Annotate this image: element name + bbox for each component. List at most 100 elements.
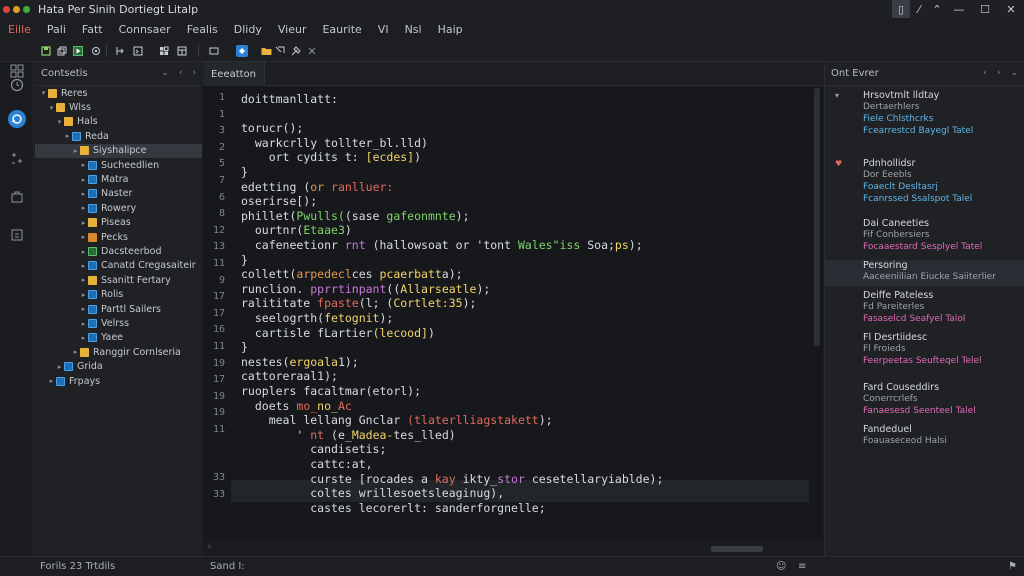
- tree-item[interactable]: ▸ Reda: [35, 129, 202, 143]
- code-line[interactable]: coltes wrillesoetsleaginug),: [241, 486, 504, 500]
- code-line[interactable]: meal lellang Gnclar (tlaterlliagstakett)…: [241, 413, 553, 427]
- code-line[interactable]: runclion. pprrtinpant((Allarseatle);: [241, 282, 490, 296]
- notifications-icon[interactable]: ≡: [798, 561, 806, 572]
- clock-icon[interactable]: [8, 76, 26, 94]
- debug-icon[interactable]: [90, 44, 102, 57]
- code-line[interactable]: edetting (or ranlluer:: [241, 180, 393, 194]
- copy-icon[interactable]: [56, 44, 68, 57]
- chevron-right-icon[interactable]: ▸: [79, 291, 88, 299]
- tree-item[interactable]: ▸ Siyshalipce: [35, 143, 202, 158]
- menu-dlidy[interactable]: Dlidy: [234, 23, 262, 36]
- code-line[interactable]: torucr();: [241, 121, 303, 135]
- tree-item[interactable]: ▸ Matra: [35, 172, 202, 186]
- extensions-icon[interactable]: [8, 150, 26, 168]
- chevron-right-icon[interactable]: ▸: [79, 219, 88, 227]
- chevron-down-icon[interactable]: ▾: [835, 91, 839, 100]
- flag-icon[interactable]: ⚑: [1008, 561, 1017, 572]
- code-line[interactable]: nestes(ergoala1);: [241, 355, 359, 369]
- code-line[interactable]: seelogrth(fetognit);: [241, 311, 394, 325]
- split-icon[interactable]: [114, 44, 126, 57]
- pen-icon[interactable]: ⁄: [910, 0, 928, 18]
- tree-item[interactable]: ▸ Parttl Sailers: [35, 302, 202, 316]
- status-left[interactable]: Forils 23 Trtdils: [40, 561, 115, 572]
- maximize-icon[interactable]: ☐: [972, 0, 998, 18]
- chevron-right-icon[interactable]: ▸: [79, 176, 88, 184]
- close-icon[interactable]: ✕: [998, 0, 1024, 18]
- tree-item[interactable]: ▸ Piseas: [35, 216, 202, 230]
- outline-item[interactable]: Persoring Aaceeniilian Eiucke Saiiterlier: [825, 260, 1024, 286]
- tree-item[interactable]: ▸ Ssanitt Fertary: [35, 273, 202, 287]
- chevron-right-icon[interactable]: ▸: [79, 305, 88, 313]
- tree-item[interactable]: ▸ Canatd Cregasaiteir: [35, 259, 202, 273]
- code-line[interactable]: castes lecorerlt: sanderforgnelle;: [241, 501, 545, 515]
- code-line[interactable]: curste [rocades a kay ikty_stor cesetell…: [241, 472, 663, 486]
- chevron-right-icon[interactable]: ▸: [71, 147, 80, 155]
- smiley-icon[interactable]: ☺: [776, 561, 786, 572]
- chevron-down-icon[interactable]: ▾: [55, 118, 64, 126]
- chevron-right-icon[interactable]: ▸: [79, 161, 88, 169]
- terminal-icon[interactable]: [132, 44, 144, 57]
- chevron-right-icon[interactable]: ▸: [47, 377, 56, 385]
- menu-eaurite[interactable]: Eaurite: [322, 23, 361, 36]
- tree-item[interactable]: ▸ Ranggir Cornlseria: [35, 345, 202, 359]
- code-line[interactable]: phillet(Pwulls((sase gafeonmnte);: [241, 209, 470, 223]
- tree-item[interactable]: ▸ Pecks: [35, 230, 202, 244]
- run-icon[interactable]: [72, 44, 84, 57]
- layout-icon[interactable]: [176, 44, 188, 57]
- chevron-up-icon[interactable]: ⌃: [928, 0, 946, 18]
- chevron-left-icon[interactable]: ‹: [179, 68, 183, 78]
- code-line[interactable]: ralititate fpaste(l; (Cortlet:35);: [241, 296, 476, 310]
- maximize-dot[interactable]: [23, 5, 30, 13]
- menu-view[interactable]: Vieur: [278, 23, 307, 36]
- code-line[interactable]: cattc:at,: [241, 457, 372, 471]
- code-line[interactable]: ort cydits t: [ecdes]): [241, 150, 421, 164]
- collapse-icon[interactable]: ⌄: [1010, 68, 1018, 78]
- chevron-down-icon[interactable]: ▾: [39, 89, 48, 97]
- chevron-left-icon[interactable]: ‹: [983, 68, 987, 78]
- menu-nsl[interactable]: Nsl: [405, 23, 422, 36]
- chevron-down-icon[interactable]: ▾: [47, 104, 56, 112]
- code-line[interactable]: doittmanllatt:: [241, 92, 338, 106]
- tab-icon[interactable]: [236, 44, 248, 57]
- source-icon[interactable]: [8, 226, 26, 244]
- menu-edit[interactable]: Pali: [47, 23, 66, 36]
- window-icon[interactable]: [208, 44, 220, 57]
- code-line[interactable]: ruoplers facaltmar(etorl);: [241, 384, 421, 398]
- tree-item[interactable]: ▸ Yaee: [35, 331, 202, 345]
- menu-vi[interactable]: VI: [378, 23, 389, 36]
- account-icon[interactable]: [8, 110, 26, 128]
- debug-icon[interactable]: [8, 188, 26, 206]
- editor-tab[interactable]: Eeeatton: [203, 62, 265, 86]
- scroll-left-icon[interactable]: ◦: [207, 543, 212, 553]
- chevron-right-icon[interactable]: ▸: [55, 363, 64, 371]
- code-line[interactable]: cafeneetionr rnt (hallowsoat or 'tont Wa…: [241, 238, 643, 252]
- tree-item[interactable]: ▾ Hals: [35, 115, 202, 129]
- tree-item[interactable]: ▾ Reres: [35, 86, 202, 100]
- vertical-scrollbar[interactable]: [813, 88, 821, 528]
- code-line[interactable]: }: [241, 340, 248, 354]
- code-line[interactable]: warkcrlly tollter_bl.lld): [241, 136, 428, 150]
- chevron-right-icon[interactable]: ▸: [79, 276, 88, 284]
- menu-file[interactable]: Eille: [8, 23, 31, 36]
- tools-icon[interactable]: [290, 44, 302, 57]
- chevron-right-icon[interactable]: ›: [192, 68, 196, 78]
- layout-toggle-icon[interactable]: ▯: [892, 0, 910, 18]
- extensions-icon[interactable]: [158, 44, 170, 57]
- close-tab-icon[interactable]: [306, 44, 318, 57]
- tree-item[interactable]: ▸ Grida: [35, 360, 202, 374]
- minimize-dot[interactable]: [13, 5, 20, 13]
- code-line[interactable]: candisetis;: [241, 442, 386, 456]
- code-line[interactable]: }: [241, 165, 248, 179]
- code-line[interactable]: ' nt (e_Madea-tes_lled): [241, 428, 455, 442]
- chevron-right-icon[interactable]: ▸: [79, 204, 88, 212]
- tree-item[interactable]: ▾ Wlss: [35, 100, 202, 114]
- settings-icon[interactable]: [274, 44, 286, 57]
- close-dot[interactable]: [3, 5, 10, 13]
- code-line[interactable]: cartisle fLartier(lecood]): [241, 326, 435, 340]
- chevron-right-icon[interactable]: ›: [997, 68, 1001, 78]
- menu-fatt[interactable]: Fatt: [82, 23, 103, 36]
- horizontal-scrollbar-thumb[interactable]: [711, 546, 763, 552]
- chevron-right-icon[interactable]: ▸: [63, 132, 72, 140]
- menu-help[interactable]: Haip: [438, 23, 463, 36]
- chevron-right-icon[interactable]: ▸: [79, 320, 88, 328]
